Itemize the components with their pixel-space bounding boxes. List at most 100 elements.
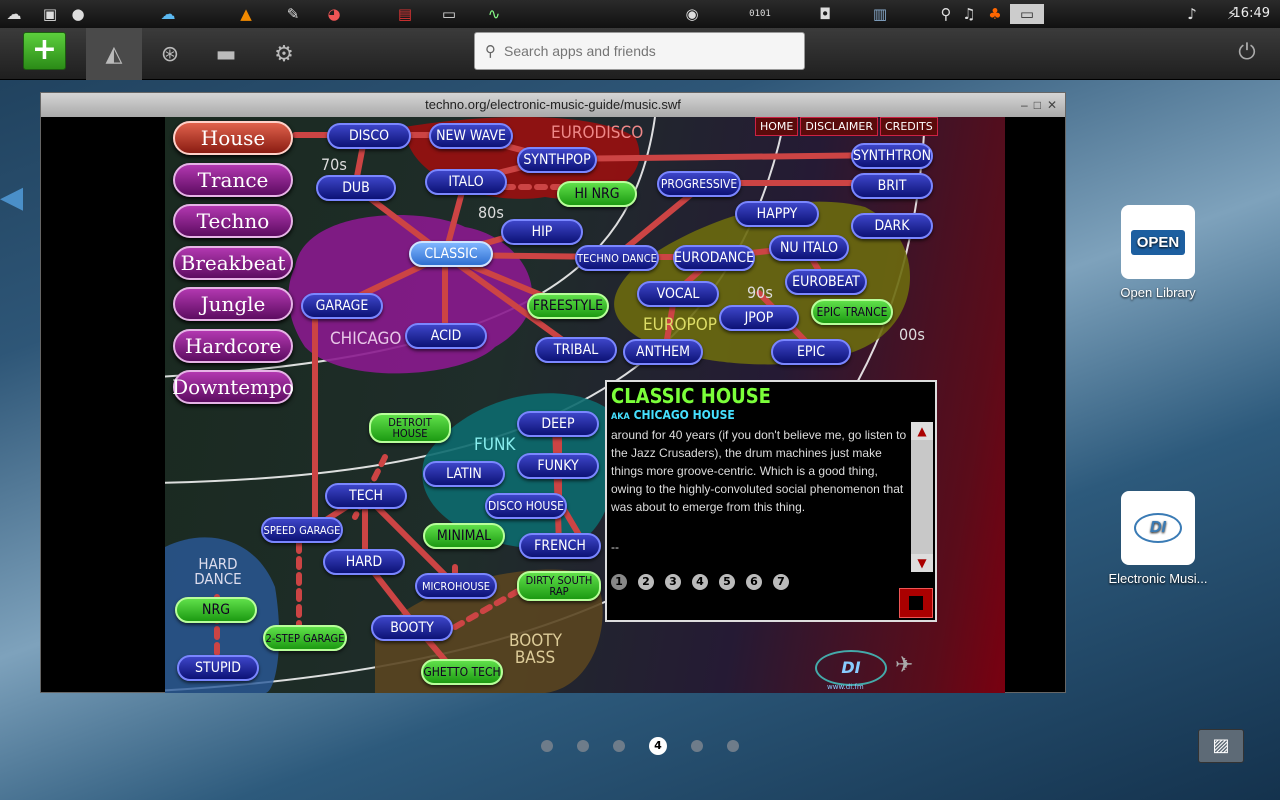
genre-dark[interactable]: DARK: [851, 213, 933, 239]
account-icon[interactable]: ◉: [682, 4, 702, 24]
workspace-dot[interactable]: [613, 740, 625, 752]
workspace-dot-active[interactable]: 4: [649, 737, 667, 755]
monitor-icon[interactable]: ∿: [482, 4, 506, 24]
genre-ghetto-tech[interactable]: GHETTO TECH: [421, 659, 503, 685]
genre-jpop[interactable]: JPOP: [719, 305, 799, 331]
scroll-track[interactable]: [911, 440, 933, 554]
genre-vocal[interactable]: VOCAL: [637, 281, 719, 307]
previous-workspace-arrow[interactable]: ◀: [0, 180, 23, 215]
genre-synthtron[interactable]: SYNTHTRON: [851, 143, 933, 169]
apps-tab[interactable]: ◭: [86, 28, 142, 80]
document-icon[interactable]: ▣: [40, 4, 60, 24]
genre-detroit-house[interactable]: DETROIT HOUSE: [369, 413, 451, 443]
music-icon[interactable]: ♫: [960, 4, 978, 24]
genre-disco-house[interactable]: DISCO HOUSE: [485, 493, 567, 519]
scroll-up-icon[interactable]: ▲: [911, 422, 933, 440]
genre-new-wave[interactable]: NEW WAVE: [429, 123, 513, 149]
add-app-button[interactable]: +: [23, 32, 66, 70]
workspace-dot[interactable]: [577, 740, 589, 752]
clock[interactable]: 16:49: [1233, 6, 1270, 21]
genre-techno-dance[interactable]: TECHNO DANCE: [575, 245, 659, 271]
desktop-icon-open-library[interactable]: OPEN Open Library: [1098, 205, 1218, 300]
page-button[interactable]: 2: [638, 574, 654, 590]
genre-microhouse[interactable]: MICROHOUSE: [415, 573, 497, 599]
genre-synthpop[interactable]: SYNTHPOP: [517, 147, 597, 173]
genre-speed-garage[interactable]: SPEED GARAGE: [261, 517, 343, 543]
genre-french[interactable]: FRENCH: [519, 533, 601, 559]
page-button[interactable]: 1: [611, 574, 627, 590]
genre-latin[interactable]: LATIN: [423, 461, 505, 487]
category-trance[interactable]: Trance: [173, 163, 293, 197]
genre-nu-italo[interactable]: NU ITALO: [769, 235, 849, 261]
genre-dirty-south-rap[interactable]: DIRTY SOUTH RAP: [517, 571, 601, 601]
genre-happy[interactable]: HAPPY: [735, 201, 819, 227]
genre-hi-nrg[interactable]: HI NRG: [557, 181, 637, 207]
genre-eurobeat[interactable]: EUROBEAT: [785, 269, 867, 295]
home-link[interactable]: HOME: [755, 117, 799, 136]
search-input[interactable]: [504, 43, 784, 59]
search-icon[interactable]: ⚲: [936, 4, 956, 24]
genre-eurodance[interactable]: EURODANCE: [673, 245, 755, 271]
search-box[interactable]: ⚲: [474, 32, 805, 70]
red-app-icon[interactable]: ▤: [394, 4, 416, 24]
info-scrollbar[interactable]: ▲ ▼: [911, 422, 933, 572]
page-button[interactable]: 4: [692, 574, 708, 590]
genre-tech[interactable]: TECH: [325, 483, 407, 509]
di-logo[interactable]: DI: [815, 650, 887, 686]
genre-epic[interactable]: EPIC: [771, 339, 851, 365]
workspace-dot[interactable]: [541, 740, 553, 752]
genre-italo[interactable]: ITALO: [425, 169, 507, 195]
genre-dub[interactable]: DUB: [316, 175, 396, 201]
settings-tab[interactable]: ⚙: [256, 28, 312, 80]
genre-garage[interactable]: GARAGE: [301, 293, 383, 319]
genre-anthem[interactable]: ANTHEM: [623, 339, 703, 365]
workspace-dot[interactable]: [727, 740, 739, 752]
close-icon[interactable]: ✕: [1047, 93, 1057, 117]
stop-button[interactable]: [899, 588, 933, 618]
page-button[interactable]: 3: [665, 574, 681, 590]
window-titlebar[interactable]: techno.org/electronic-music-guide/music.…: [41, 93, 1065, 117]
volume-icon[interactable]: ♪: [1182, 4, 1202, 24]
notepad-icon[interactable]: ✎: [283, 4, 303, 24]
category-downtempo[interactable]: Downtempo: [172, 370, 294, 404]
vfe-icon[interactable]: ▥: [868, 4, 892, 24]
genre-funky[interactable]: FUNKY: [517, 453, 599, 479]
camera-icon[interactable]: ◘: [814, 4, 836, 24]
page-button[interactable]: 6: [746, 574, 762, 590]
maximize-icon[interactable]: □: [1034, 93, 1041, 117]
category-breakbeat[interactable]: Breakbeat: [173, 246, 293, 280]
category-techno[interactable]: Techno: [173, 204, 293, 238]
terminal-icon[interactable]: ▭: [438, 4, 460, 24]
page-button[interactable]: 5: [719, 574, 735, 590]
genre-disco[interactable]: DISCO: [327, 123, 411, 149]
genre-nrg[interactable]: NRG: [175, 597, 257, 623]
scroll-down-icon[interactable]: ▼: [911, 554, 933, 572]
disclaimer-link[interactable]: DISCLAIMER: [800, 117, 878, 136]
genre-hip[interactable]: HIP: [501, 219, 583, 245]
genre-minimal[interactable]: MINIMAL: [423, 523, 505, 549]
desktop-icon-electronic-music[interactable]: DI Electronic Musi...: [1098, 491, 1218, 586]
genre-classic[interactable]: CLASSIC: [409, 241, 493, 267]
genre-booty[interactable]: BOOTY: [371, 615, 453, 641]
genre-epic-trance[interactable]: EPIC TRANCE: [811, 299, 893, 325]
genre-tribal[interactable]: TRIBAL: [535, 337, 617, 363]
genre-2-step-garage[interactable]: 2-STEP GARAGE: [263, 625, 347, 651]
power-icon[interactable]: ⏻: [1234, 40, 1260, 66]
genre-deep[interactable]: DEEP: [517, 411, 599, 437]
info-description[interactable]: around for 40 years (if you don't believ…: [611, 426, 907, 570]
genre-hard[interactable]: HARD: [323, 549, 405, 575]
network-tab[interactable]: ⊛: [142, 28, 198, 80]
chart-icon[interactable]: ◕: [323, 4, 345, 24]
genre-acid[interactable]: ACID: [405, 323, 487, 349]
minimize-icon[interactable]: –: [1021, 93, 1028, 117]
category-jungle[interactable]: Jungle: [173, 287, 293, 321]
category-house[interactable]: House: [173, 121, 293, 155]
genre-brit[interactable]: BRIT: [851, 173, 933, 199]
workspace-dot[interactable]: [691, 740, 703, 752]
binary-icon[interactable]: 0101: [736, 4, 784, 24]
disc-icon[interactable]: ●: [68, 4, 88, 24]
files-tab[interactable]: ▬: [198, 28, 254, 80]
vlc-cone-icon[interactable]: ▲: [236, 4, 256, 24]
cloud-icon[interactable]: ☁: [158, 4, 178, 24]
genre-progressive[interactable]: PROGRESSIVE: [657, 171, 741, 197]
